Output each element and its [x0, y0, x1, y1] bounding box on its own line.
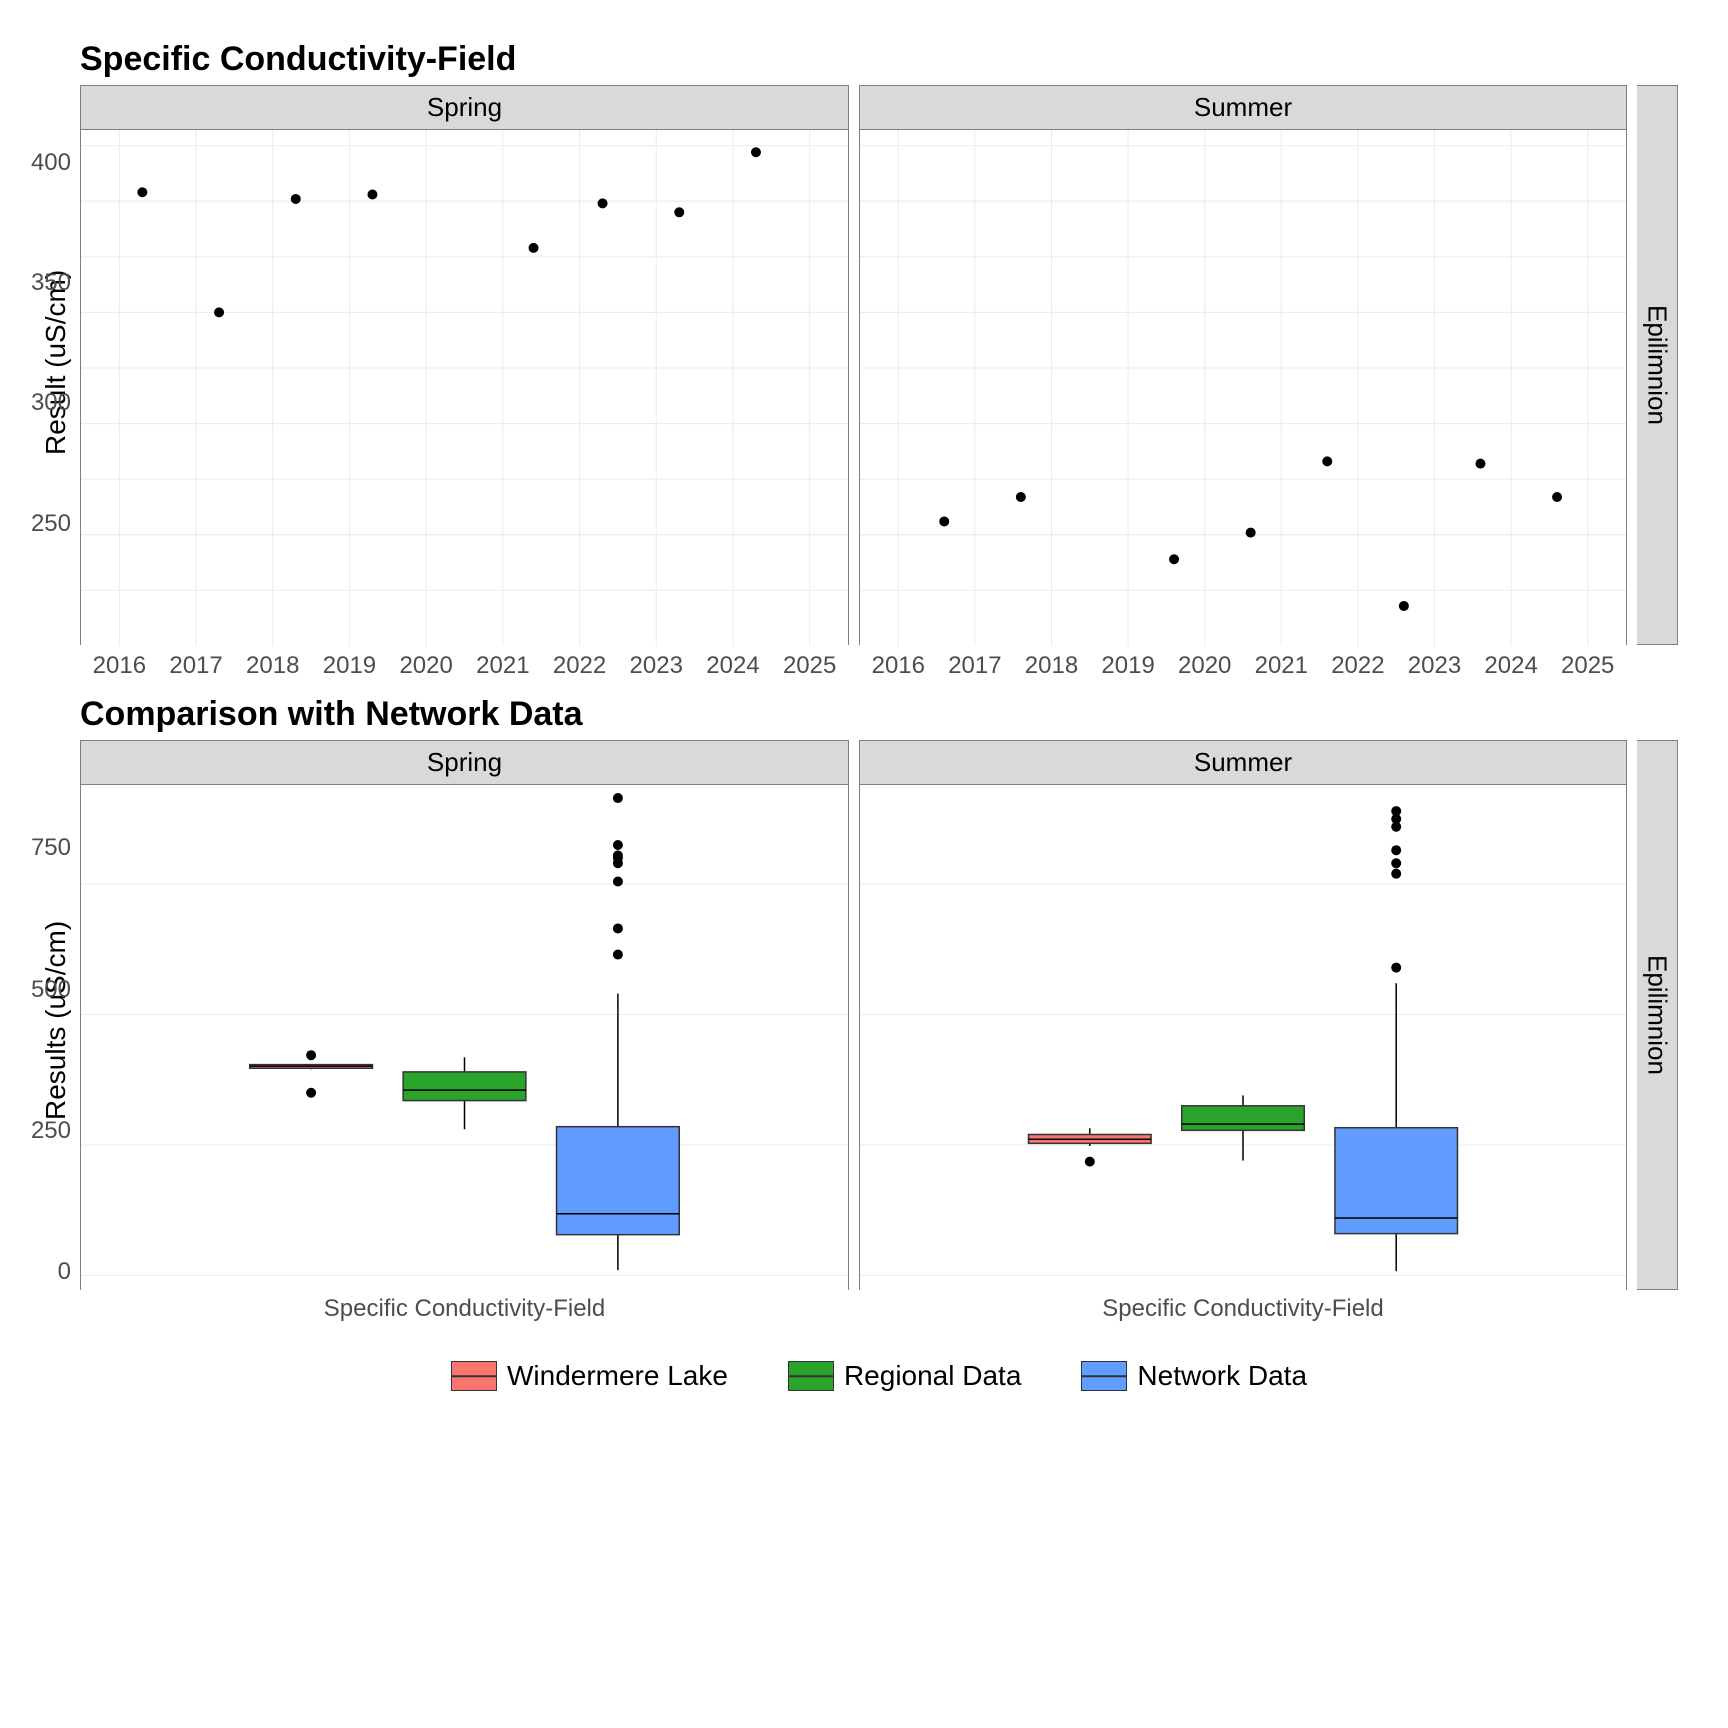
panel-summer-bot: Summer Specific Conductivity-Field: [859, 740, 1627, 1290]
facet-strip-summer-b: Summer: [860, 741, 1626, 785]
legend-item-network: Network Data: [1081, 1360, 1307, 1392]
facet-strip-epilimnion-bot: Epilimnion: [1637, 740, 1678, 1290]
legend-item-windermere: Windermere Lake: [451, 1360, 728, 1392]
facet-strip-summer: Summer: [860, 86, 1626, 130]
y-axis-label-bottom: Results (uS/cm): [40, 921, 72, 1120]
facet-strip-spring: Spring: [81, 86, 848, 130]
panel-spring-bot: Spring Specific Conductivity-Field 02505…: [80, 740, 849, 1290]
facet-strip-spring-b: Spring: [81, 741, 848, 785]
facet-strip-epilimnion-top: Epilimnion: [1637, 85, 1678, 645]
panel-spring-top: Spring 201620172018201920202021202220232…: [80, 85, 849, 645]
x-category-label: Specific Conductivity-Field: [324, 1295, 605, 1323]
chart-title-bottom: Comparison with Network Data: [80, 695, 1678, 734]
x-category-label: Specific Conductivity-Field: [1102, 1295, 1383, 1323]
y-axis-label-top: Result (uS/cm): [40, 270, 72, 455]
legend-item-regional: Regional Data: [788, 1360, 1021, 1392]
chart-title-top: Specific Conductivity-Field: [80, 40, 1678, 79]
panel-summer-top: Summer 201620172018201920202021202220232…: [859, 85, 1627, 645]
legend: Windermere Lake Regional Data Network Da…: [80, 1360, 1678, 1392]
